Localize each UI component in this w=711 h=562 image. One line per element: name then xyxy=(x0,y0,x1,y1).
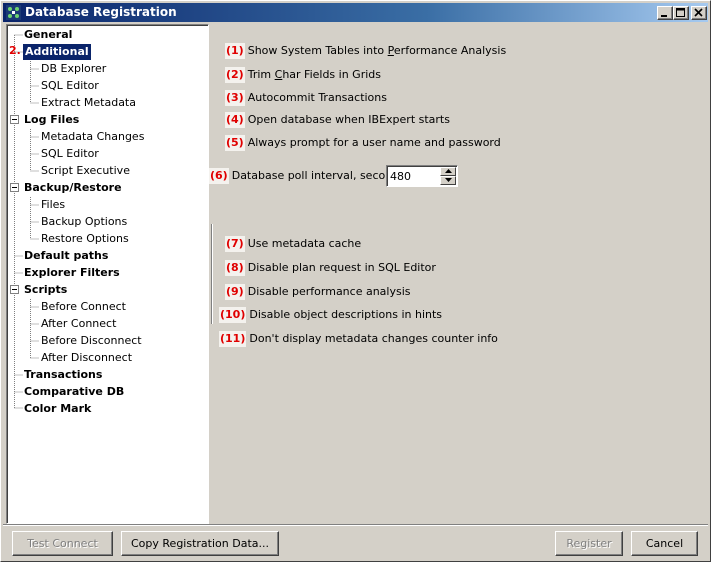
test-connect-button[interactable]: Test Connect xyxy=(12,531,113,556)
option-label: Disable plan request in SQL Editor xyxy=(247,261,436,274)
collapse-icon[interactable] xyxy=(10,285,19,294)
option-autocommit-transactions[interactable]: (3) Autocommit Transactions xyxy=(225,90,387,106)
title-bar[interactable]: Database Registration xyxy=(3,3,708,22)
bottom-separator xyxy=(3,524,708,526)
tree-item-before-disconnect[interactable]: Before Disconnect xyxy=(41,333,142,349)
option-label: Disable object descriptions in hints xyxy=(249,308,443,321)
tree-item-scripts[interactable]: Scripts xyxy=(24,282,67,298)
option-number: (4) xyxy=(225,112,245,128)
poll-interval-input[interactable] xyxy=(389,168,439,184)
option-number: (6) xyxy=(209,168,229,184)
tree-item-log-sql-editor[interactable]: SQL Editor xyxy=(41,146,99,162)
tree-item-sql-editor[interactable]: SQL Editor xyxy=(41,78,99,94)
option-label: Always prompt for a user name and passwo… xyxy=(247,136,501,149)
option-label: Disable performance analysis xyxy=(247,285,411,298)
copy-registration-data-button[interactable]: Copy Registration Data... xyxy=(121,531,279,556)
option-label: Show System Tables into xyxy=(247,44,388,57)
maximize-button[interactable] xyxy=(673,6,689,20)
option-show-system-tables[interactable]: (1) Show System Tables into Performance A… xyxy=(225,43,506,59)
window-title: Database Registration xyxy=(25,5,177,19)
splitter-grip xyxy=(211,224,213,324)
tree-item-backup-restore[interactable]: Backup/Restore xyxy=(24,180,122,196)
option-disable-performance-analysis[interactable]: (9) Disable performance analysis xyxy=(225,284,411,300)
maximize-icon xyxy=(676,8,685,17)
tree-item-script-executive[interactable]: Script Executive xyxy=(41,163,130,179)
tree-item-transactions[interactable]: Transactions xyxy=(24,367,102,383)
tree-item-general[interactable]: General xyxy=(24,27,72,43)
option-label: erformance Analysis xyxy=(393,44,507,57)
tree-item-after-disconnect[interactable]: After Disconnect xyxy=(41,350,132,366)
option-label: har Fields in Grids xyxy=(282,68,382,81)
spin-down-button[interactable] xyxy=(440,176,456,185)
tree-item-comparative-db[interactable]: Comparative DB xyxy=(24,384,124,400)
tree-item-before-connect[interactable]: Before Connect xyxy=(41,299,126,315)
option-poll-interval: (6) Database poll interval, seconds xyxy=(209,168,405,184)
tree-item-additional[interactable]: Additional xyxy=(23,44,91,60)
register-button[interactable]: Register xyxy=(555,531,623,556)
tree-item-default-paths[interactable]: Default paths xyxy=(24,248,108,264)
option-number: (8) xyxy=(225,260,245,276)
option-number: (11) xyxy=(219,331,247,347)
option-dont-display-counter-info[interactable]: (11) Don't display metadata changes count… xyxy=(219,331,498,347)
minimize-button[interactable] xyxy=(657,6,673,20)
database-app-icon xyxy=(6,5,21,20)
option-use-metadata-cache[interactable]: (7) Use metadata cache xyxy=(225,236,361,252)
option-label: Trim xyxy=(247,68,275,81)
cancel-button[interactable]: Cancel xyxy=(631,531,698,556)
selection-marker: 2. xyxy=(9,44,21,57)
spin-up-button[interactable] xyxy=(440,167,456,176)
tree-item-log-files[interactable]: Log Files xyxy=(24,112,79,128)
tree-item-after-connect[interactable]: After Connect xyxy=(41,316,116,332)
tree-item-restore-options[interactable]: Restore Options xyxy=(41,231,129,247)
option-disable-object-descriptions[interactable]: (10) Disable object descriptions in hints xyxy=(219,307,442,323)
option-trim-char-fields[interactable]: (2) Trim Char Fields in Grids xyxy=(225,67,381,83)
collapse-icon[interactable] xyxy=(10,115,19,124)
tree-item-files[interactable]: Files xyxy=(41,197,65,213)
option-label: Open database when IBExpert starts xyxy=(247,113,450,126)
option-label: Use metadata cache xyxy=(247,237,362,250)
database-registration-window: Database Registration General Additional… xyxy=(0,0,711,562)
option-number: (10) xyxy=(219,307,247,323)
tree-item-backup-options[interactable]: Backup Options xyxy=(41,214,127,230)
tree-item-metadata-changes[interactable]: Metadata Changes xyxy=(41,129,144,145)
close-icon xyxy=(694,8,703,17)
option-label: Database poll interval, seconds xyxy=(231,169,405,182)
option-open-database-on-start[interactable]: (4) Open database when IBExpert starts xyxy=(225,112,450,128)
close-button[interactable] xyxy=(691,6,707,20)
settings-tree[interactable]: General Additional DB Explorer SQL Edito… xyxy=(6,24,209,524)
option-always-prompt-credentials[interactable]: (5) Always prompt for a user name and pas… xyxy=(225,135,501,151)
option-number: (5) xyxy=(225,135,245,151)
option-number: (3) xyxy=(225,90,245,106)
option-disable-plan-request[interactable]: (8) Disable plan request in SQL Editor xyxy=(225,260,436,276)
chevron-up-icon xyxy=(445,169,452,173)
minimize-icon xyxy=(661,15,667,17)
chevron-down-icon xyxy=(445,178,452,182)
poll-interval-spinner[interactable] xyxy=(386,165,458,187)
option-number: (7) xyxy=(225,236,245,252)
tree-item-explorer-filters[interactable]: Explorer Filters xyxy=(24,265,120,281)
tree-item-color-mark[interactable]: Color Mark xyxy=(24,401,91,417)
collapse-icon[interactable] xyxy=(10,183,19,192)
option-number: (2) xyxy=(225,67,245,83)
option-number: (9) xyxy=(225,284,245,300)
option-number: (1) xyxy=(225,43,245,59)
tree-item-db-explorer[interactable]: DB Explorer xyxy=(41,61,106,77)
panel-splitter[interactable] xyxy=(210,24,215,524)
tree-item-extract-metadata[interactable]: Extract Metadata xyxy=(41,95,136,111)
option-label: Autocommit Transactions xyxy=(247,91,387,104)
option-label: Don't display metadata changes counter i… xyxy=(249,332,498,345)
